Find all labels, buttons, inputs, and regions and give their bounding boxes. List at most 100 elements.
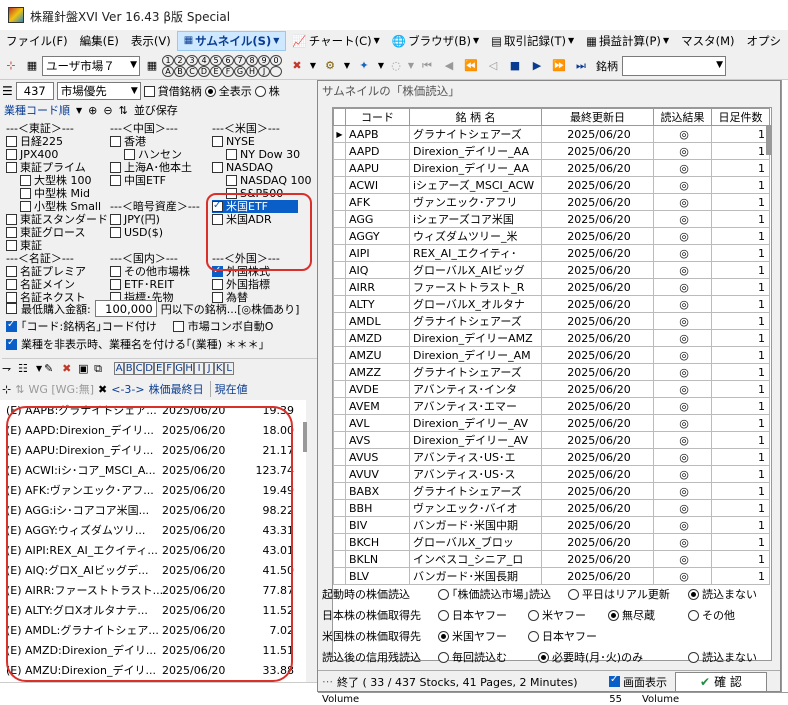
clock-icon[interactable]: ◌ [386,55,406,77]
chevron-down-icon[interactable]: ▼ [406,55,416,77]
col-date-header[interactable]: 株価最終日 [149,381,211,397]
market-item[interactable]: USD($) [110,226,210,239]
market-item[interactable]: 中国ETF [110,174,210,187]
count-field[interactable]: 437 [15,82,54,100]
copy-icon[interactable]: ⧉ [94,362,108,376]
play-icon[interactable]: ▶ [526,55,548,77]
market-item[interactable]: 東証グロース [6,226,106,239]
table-row[interactable]: AVDE アバンティス･インタ 2025/06/20 ◎ 1 [333,380,770,398]
letter-button[interactable]: H [184,362,195,375]
sort-save-button[interactable]: 並び保存 [134,102,178,118]
table-row[interactable]: AMZU Direxion_デイリー_AM 2025/06/20 ◎ 1 [333,346,770,364]
col-result[interactable]: 読込結果 [653,108,712,126]
letter-button[interactable]: A [114,362,125,375]
table-row[interactable]: AFK ヴァンエック･アフリ 2025/06/20 ◎ 1 [333,193,770,211]
letter-button[interactable]: K [214,362,225,375]
letter-button[interactable]: J [258,65,270,77]
table-row[interactable]: AIPI REX_AI_エクイティ･ 2025/06/20 ◎ 1 [333,244,770,262]
letter-button[interactable]: J [204,362,215,375]
col-price-header[interactable]: 現在値 [215,381,248,397]
code-name-checkbox[interactable] [6,319,17,332]
table-row[interactable]: ▶ AAPB グラナイトシェアーズ 2025/06/20 ◎ 1 [333,125,770,143]
market-item[interactable]: ETF･REIT [110,278,210,291]
letter-button[interactable]: F [164,362,175,375]
num-button[interactable]: 0 [270,54,282,66]
market-item[interactable]: 名証メイン [6,278,106,291]
table-row[interactable]: AVL Direxion_デイリー_AV 2025/06/20 ◎ 1 [333,414,770,432]
letter-button[interactable]: G [174,362,185,375]
table-row[interactable]: AVUV アバンティス･US･ス 2025/06/20 ◎ 1 [333,465,770,483]
chevron-down-icon[interactable]: ▼ [342,55,352,77]
market-number-buttons[interactable]: 1 2 3 4 5 6 7 8 9 0 A B C D E F G H J [162,54,282,77]
table-row[interactable]: BKLN インベスコ_シニア_ロ 2025/06/20 ◎ 1 [333,550,770,568]
num-button[interactable]: 8 [246,54,258,66]
opt-startup-b[interactable]: 平日はリアル更新 [568,586,688,602]
list-icon[interactable]: ☷ [18,362,34,375]
arrow-icon[interactable]: ⇁ [2,362,16,375]
table-row[interactable]: AMZZ グラナイトシェアーズ 2025/06/20 ◎ 1 [333,363,770,381]
letter-button[interactable]: I [194,362,205,375]
opt-jp-source-b[interactable]: 米ヤフー [528,607,608,623]
edit-icon[interactable]: ✎ [44,362,60,375]
table-row[interactable]: BBH ヴァンエック･バイオ 2025/06/20 ◎ 1 [333,499,770,517]
delete-icon[interactable]: ✖ [286,55,308,77]
screen-display-checkbox[interactable] [609,674,620,687]
chevron-down-icon[interactable]: ▼ [308,55,318,77]
letter-button[interactable]: B [124,362,135,375]
chevron-down-icon[interactable]: ▼ [76,106,82,115]
market-item[interactable]: ハンセン [110,148,210,161]
opt-jp-source-a[interactable]: 日本ヤフー [438,607,528,623]
opt-margin-b[interactable]: 必要時(月･火)のみ [538,649,688,665]
menu-master[interactable]: マスタ(M) [675,31,740,51]
letter-button[interactable] [270,65,282,77]
thumbnail-grid-icon[interactable]: ▦ [142,55,162,77]
letter-button[interactable]: D [144,362,155,375]
market-item[interactable]: 東証プライム [6,161,106,174]
menu-trade-record[interactable]: ▤ 取引記録(T) ▼ [485,31,580,51]
opt-us-source-a[interactable]: 米国ヤフー [438,628,528,644]
delete-icon[interactable]: ✖ [62,362,76,375]
market-item[interactable]: 外国指標 [212,278,312,291]
num-button[interactable]: 6 [222,54,234,66]
split-icon[interactable]: ⊹ [2,383,11,396]
col-daily-count[interactable]: 日足件数 [711,108,770,126]
table-row[interactable]: BKCH グローバルX_ブロッ 2025/06/20 ◎ 1 [333,533,770,551]
table-row[interactable]: ACWI iシェアーズ_MSCI_ACW 2025/06/20 ◎ 1 [333,176,770,194]
last-icon[interactable]: ⏭ [570,55,592,77]
table-row[interactable]: AIRR ファーストトラスト_R 2025/06/20 ◎ 1 [333,278,770,296]
sector-sort-label[interactable]: 業種コード順 [4,102,70,118]
market-item[interactable]: 東証 [6,239,106,252]
num-button[interactable]: 3 [186,54,198,66]
market-item[interactable]: JPX400 [6,148,106,161]
market-item[interactable]: 上海A･他本土 [110,161,210,174]
rewind-icon[interactable]: ⏪ [460,55,482,77]
quote-list-scroll-thumb[interactable] [303,422,307,452]
letter-button[interactable]: L [224,362,235,375]
market-combo[interactable]: ユーザ市場７ ▼ [42,55,140,76]
market-item[interactable]: その他市場株 [110,265,210,278]
letter-button[interactable]: F [222,65,234,77]
delete-icon[interactable]: ✖ [98,383,107,396]
opt-startup-c[interactable]: 読込まない [688,586,757,602]
opt-us-source-b[interactable]: 日本ヤフー [528,628,597,644]
menu-edit[interactable]: 編集(E) [74,31,125,51]
num-button[interactable]: 7 [234,54,246,66]
menu-thumbnail[interactable]: ▦ サムネイル(S) ▼ [176,31,287,51]
letter-button[interactable]: C [186,65,198,77]
market-item[interactable]: 大型株 100 [6,174,106,187]
opt-jp-source-c[interactable]: 無尽蔵 [608,607,688,623]
table-row[interactable]: AVUS アバンティス･US･エ 2025/06/20 ◎ 1 [333,448,770,466]
letter-button[interactable]: E [210,65,222,77]
table-row[interactable]: AMZD Direxion_デイリーAMZ 2025/06/20 ◎ 1 [333,329,770,347]
menu-chart[interactable]: 📈 チャート(C) ▼ [286,31,385,51]
opt-jp-source-d[interactable]: その他 [688,607,735,623]
market-item[interactable]: NYSE [212,135,312,148]
min-buy-field[interactable]: 100,000 [94,300,157,317]
fast-forward-icon[interactable]: ⏩ [548,55,570,77]
market-item[interactable]: 中型株 Mid [6,187,106,200]
min-buy-checkbox[interactable] [6,303,17,314]
menu-view[interactable]: 表示(V) [125,31,177,51]
window-icon[interactable]: ▣ [78,362,92,375]
sort-combo[interactable]: 市場優先 ▼ [56,82,141,100]
table-row[interactable]: BLV バンガード･米国長期 2025/06/20 ◎ 1 [333,567,770,585]
